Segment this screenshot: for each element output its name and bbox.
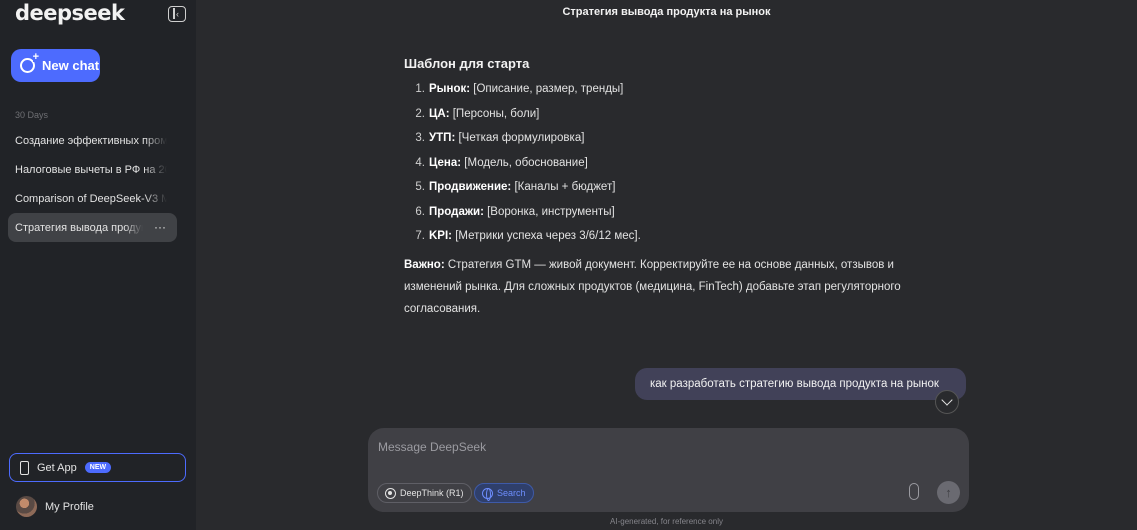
new-chat-button[interactable]: New chat (11, 49, 100, 82)
history-item[interactable]: Comparison of DeepSeek-V3 Model (8, 184, 177, 213)
list-item: 3. УТП: [Четкая формулировка] (404, 130, 964, 155)
list-key: ЦА: (429, 107, 450, 120)
history-item-title: Налоговые вычеты в РФ на 2025 (15, 163, 167, 176)
list-value: [Описание, размер, тренды] (470, 83, 624, 95)
list-key: УТП: (429, 132, 456, 144)
arrow-up-icon: ↑ (945, 485, 952, 500)
search-toggle[interactable]: Search (474, 483, 534, 503)
chat-area: Стратегия вывода продукта на рынок Шабло… (196, 0, 1137, 530)
list-value: [Персоны, боли] (449, 107, 540, 120)
profile-button[interactable]: My Profile (16, 496, 94, 517)
user-message-bubble: как разработать стратегию вывода продукт… (635, 368, 966, 400)
history-item-active[interactable]: Стратегия вывода продукта на рынок ··· (8, 213, 177, 242)
avatar (16, 496, 37, 517)
list-value: [Четкая формулировка] (455, 132, 585, 144)
collapse-sidebar-icon[interactable]: ‹ (168, 6, 186, 22)
list-item: 6. Продажи: [Воронка, инструменты] (404, 204, 964, 229)
note-text: Стратегия GTM — живой документ. Корректи… (404, 258, 901, 315)
attach-file-icon[interactable] (909, 483, 919, 500)
send-button[interactable]: ↑ (937, 481, 960, 504)
history-item[interactable]: Налоговые вычеты в РФ на 2025 (8, 155, 177, 184)
list-key: Рынок: (429, 83, 471, 95)
get-app-button[interactable]: Get App NEW (9, 453, 186, 482)
list-number: 1. (415, 83, 425, 95)
list-value: [Метрики успеха через 3/6/12 мес]. (452, 230, 641, 242)
search-label: Search (497, 488, 526, 498)
list-value: [Воронка, инструменты] (483, 205, 615, 218)
phone-icon (20, 460, 29, 475)
chevron-down-icon (941, 394, 953, 406)
message-composer: DeepThink (R1) Search ↑ (368, 428, 969, 512)
disclaimer: AI-generated, for reference only (610, 517, 723, 526)
history-item-title: Создание эффективных промптов (15, 134, 167, 147)
history-item-title: Стратегия вывода продукта на рынок (15, 221, 143, 234)
new-chat-icon (20, 52, 39, 73)
get-app-label: Get App (37, 461, 77, 474)
list-key: Продвижение: (429, 181, 512, 193)
chat-history-list: Создание эффективных промптов Налоговые … (8, 126, 177, 242)
list-key: Цена: (429, 156, 462, 169)
deepthink-label: DeepThink (R1) (400, 488, 464, 498)
list-value: [Модель, обоснование] (461, 156, 588, 169)
chat-title: Стратегия вывода продукта на рынок (562, 6, 771, 18)
list-item: 5. Продвижение: [Каналы + бюджет] (404, 179, 964, 204)
more-options-icon[interactable]: ··· (154, 220, 166, 234)
list-value: [Каналы + бюджет] (511, 181, 616, 193)
list-number: 6. (415, 205, 425, 218)
list-number: 7. (415, 230, 425, 242)
note-key: Важно: (404, 258, 445, 271)
sidebar: deepseek ‹ New chat 30 Days Создание эфф… (0, 0, 196, 530)
atom-icon (385, 487, 396, 499)
history-section-label: 30 Days (15, 110, 49, 120)
list-item: 1. Рынок: [Описание, размер, тренды] (404, 81, 964, 106)
assistant-answer: Шаблон для старта 1. Рынок: [Описание, ра… (404, 56, 964, 320)
scroll-down-button[interactable] (935, 390, 959, 414)
list-number: 3. (415, 132, 425, 144)
history-item[interactable]: Создание эффективных промптов (8, 126, 177, 155)
deepseek-logo[interactable]: deepseek (15, 1, 125, 25)
profile-label: My Profile (45, 500, 94, 513)
template-list: 1. Рынок: [Описание, размер, тренды] 2. ЦА… (404, 81, 964, 253)
globe-icon (482, 487, 493, 501)
list-item: 2. ЦА: [Персоны, боли] (404, 106, 964, 131)
deepthink-toggle[interactable]: DeepThink (R1) (377, 483, 472, 503)
history-item-title: Comparison of DeepSeek-V3 Model (15, 192, 167, 205)
list-key: Продажи: (429, 205, 484, 218)
new-chat-label: New chat (42, 58, 100, 73)
list-item: 7. KPI: [Метрики успеха через 3/6/12 мес]… (404, 228, 964, 253)
list-key: KPI: (429, 230, 452, 242)
new-badge: NEW (84, 462, 112, 473)
list-number: 4. (415, 156, 425, 169)
list-item: 4. Цена: [Модель, обоснование] (404, 155, 964, 180)
list-number: 5. (415, 181, 425, 193)
app-window: deepseek ‹ New chat 30 Days Создание эфф… (0, 0, 1137, 530)
list-number: 2. (415, 107, 425, 120)
important-note: Важно: Стратегия GTM — живой документ. К… (404, 254, 924, 320)
user-message-text: как разработать стратегию вывода продукт… (650, 378, 939, 390)
message-input[interactable] (378, 440, 938, 454)
answer-heading: Шаблон для старта (404, 56, 530, 71)
